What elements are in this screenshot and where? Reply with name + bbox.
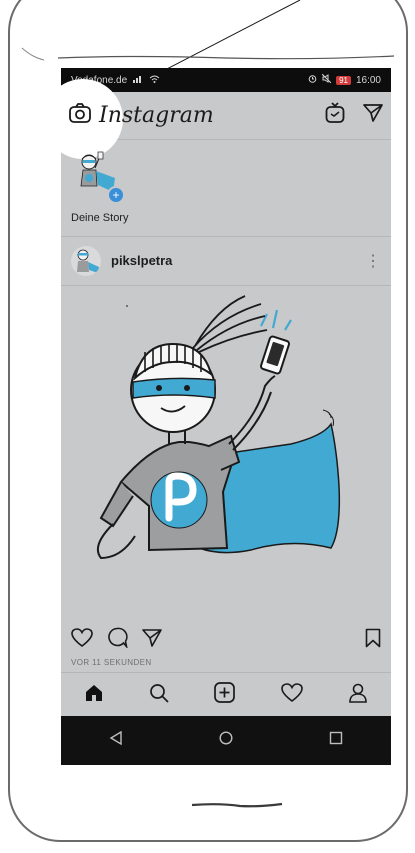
like-heart-icon[interactable] — [71, 627, 93, 653]
comment-icon[interactable] — [107, 627, 128, 653]
igtv-icon[interactable] — [325, 102, 345, 129]
mute-icon — [321, 73, 332, 86]
bottom-navigation — [61, 672, 391, 717]
instagram-wordmark: Instagram — [99, 103, 214, 128]
top-edge-scribble — [57, 55, 395, 60]
share-send-icon[interactable] — [142, 628, 162, 653]
camera-icon[interactable] — [69, 103, 91, 128]
plus-square-icon[interactable] — [214, 682, 236, 708]
back-triangle-icon[interactable] — [109, 730, 123, 750]
home-icon[interactable] — [84, 683, 104, 708]
phone-screen: Vodafone.de 91 16:00 Instagram + Deine S… — [61, 68, 391, 765]
status-bar: Vodafone.de 91 16:00 — [61, 68, 391, 92]
activity-heart-icon[interactable] — [281, 682, 303, 708]
search-icon[interactable] — [149, 683, 169, 708]
story-label: Deine Story — [71, 212, 129, 224]
wifi-icon — [149, 75, 160, 86]
post-header: pikslpetra ⋮ — [61, 236, 391, 286]
app-header: Instagram — [61, 79, 391, 159]
stories-tray: + Deine Story — [61, 140, 391, 237]
post-actions — [61, 620, 391, 660]
speaker-scribble — [191, 802, 283, 808]
profile-icon[interactable] — [348, 683, 368, 708]
post-avatar[interactable] — [71, 245, 101, 276]
add-story-button[interactable]: + — [107, 186, 125, 204]
post-username[interactable]: pikslpetra — [111, 253, 172, 268]
more-options-icon[interactable]: ⋮ — [365, 251, 381, 271]
post-image[interactable] — [61, 286, 391, 616]
bookmark-icon[interactable] — [365, 628, 381, 653]
alarm-icon — [308, 74, 317, 86]
post-timestamp: VOR 11 SEKUNDEN — [71, 658, 152, 667]
paper-plane-icon[interactable] — [363, 103, 383, 128]
battery-indicator: 91 — [336, 75, 351, 85]
clock: 16:00 — [355, 74, 381, 86]
signal-icon — [133, 75, 143, 86]
square-recents-icon[interactable] — [329, 731, 343, 750]
circle-home-icon[interactable] — [219, 731, 233, 750]
android-nav-bar — [61, 716, 391, 765]
superhero-illustration — [97, 295, 341, 560]
